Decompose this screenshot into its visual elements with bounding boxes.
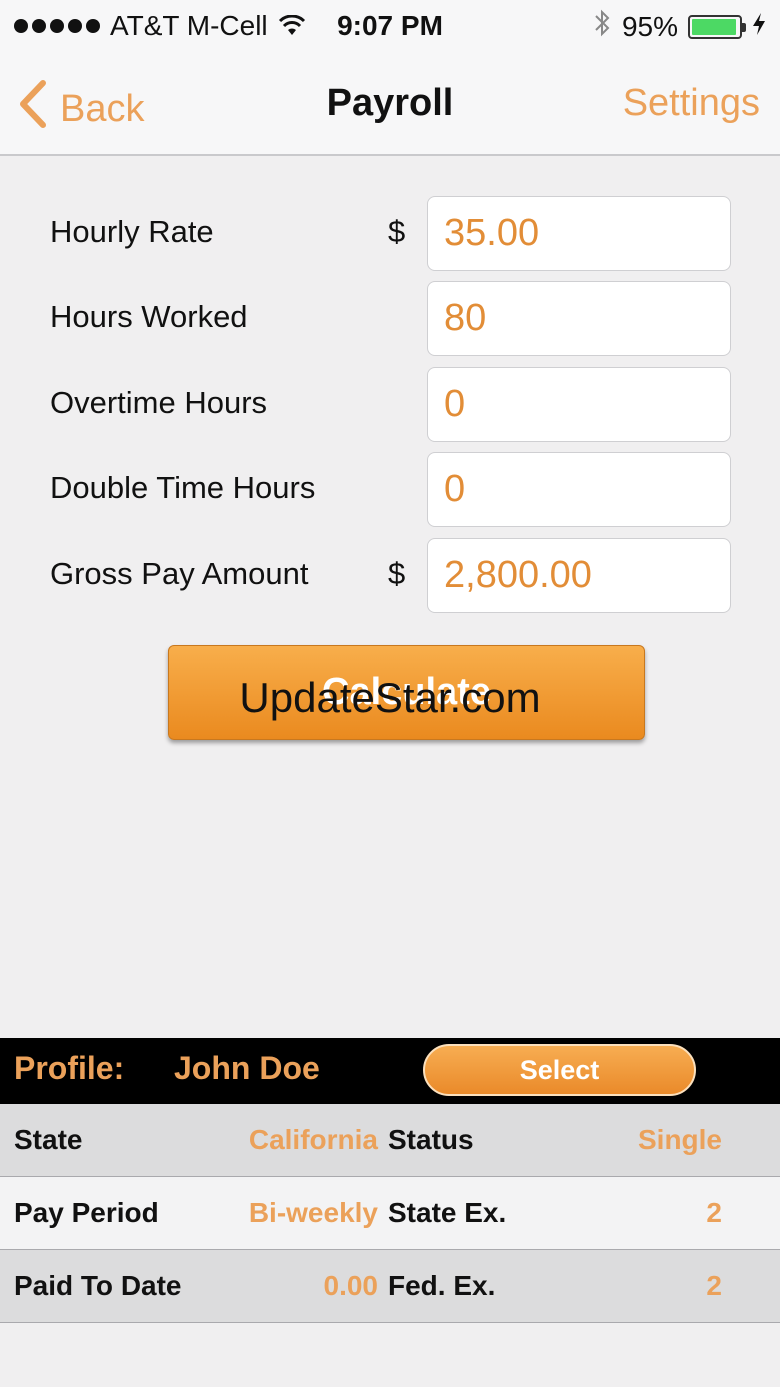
hourly-rate-row: Hourly Rate $ (0, 196, 780, 272)
back-label: Back (60, 87, 145, 130)
overtime-hours-label: Overtime Hours (50, 385, 268, 420)
gross-pay-row: Gross Pay Amount $ (0, 538, 780, 614)
status-time: 9:07 PM (337, 10, 443, 41)
status-bar-right: 95% (592, 8, 766, 45)
federal-exemptions-value: 2 (706, 1270, 722, 1301)
state-value: California (248, 1124, 378, 1155)
hours-worked-label: Hours Worked (50, 299, 248, 334)
overtime-hours-row: Overtime Hours (0, 367, 780, 443)
status-label: Status (388, 1124, 474, 1155)
hours-worked-input[interactable] (427, 281, 731, 356)
double-time-hours-label: Double Time Hours (50, 470, 316, 505)
hourly-rate-currency: $ (388, 214, 406, 249)
state-exemptions-value: 2 (706, 1197, 722, 1228)
profile-name: John Doe (174, 1050, 320, 1086)
select-profile-button[interactable]: Select (423, 1044, 696, 1096)
carrier-name: AT&T M-Cell (110, 10, 268, 41)
gross-pay-currency: $ (388, 556, 406, 591)
paid-to-date-value: 0.00 (323, 1270, 379, 1301)
status-bar: AT&T M-Cell 9:07 PM 95% (0, 0, 780, 52)
navigation-bar: Back Payroll Settings (0, 52, 780, 156)
signal-strength-icon (14, 19, 100, 33)
hours-worked-row: Hours Worked (0, 281, 780, 357)
status-bar-left: AT&T M-Cell (14, 10, 306, 42)
double-time-hours-input[interactable] (427, 452, 731, 527)
state-label: State (14, 1124, 83, 1155)
info-row-state[interactable]: State California Status Single (0, 1104, 780, 1177)
federal-exemptions-label: Fed. Ex. (388, 1270, 496, 1301)
hourly-rate-label: Hourly Rate (50, 214, 214, 249)
back-button[interactable]: Back (18, 80, 144, 138)
profile-label: Profile: (14, 1050, 125, 1086)
calculate-button[interactable]: Calculate (168, 645, 645, 740)
gross-pay-label: Gross Pay Amount (50, 556, 309, 591)
bluetooth-icon (592, 8, 612, 45)
info-row-paid-to-date[interactable]: Paid To Date 0.00 Fed. Ex. 2 (0, 1250, 780, 1323)
overtime-hours-input[interactable] (427, 367, 731, 442)
wifi-icon (278, 15, 306, 37)
battery-percent: 95% (621, 10, 678, 42)
double-time-hours-row: Double Time Hours (0, 452, 780, 528)
hourly-rate-input[interactable] (427, 196, 731, 271)
pay-period-label: Pay Period (14, 1197, 159, 1228)
pay-period-value: Bi-weekly (248, 1197, 378, 1228)
battery-icon (688, 14, 746, 39)
profile-bar: Profile: John Doe Select (0, 1038, 780, 1104)
paid-to-date-label: Paid To Date (14, 1270, 182, 1301)
state-exemptions-label: State Ex. (388, 1197, 507, 1228)
chevron-left-icon (18, 80, 48, 138)
status-value: Single (637, 1124, 722, 1155)
info-row-pay-period[interactable]: Pay Period Bi-weekly State Ex. 2 (0, 1177, 780, 1250)
settings-button[interactable]: Settings (623, 82, 760, 125)
charging-bolt-icon (752, 11, 766, 43)
battery-fill (692, 18, 736, 35)
gross-pay-input[interactable] (427, 538, 731, 613)
